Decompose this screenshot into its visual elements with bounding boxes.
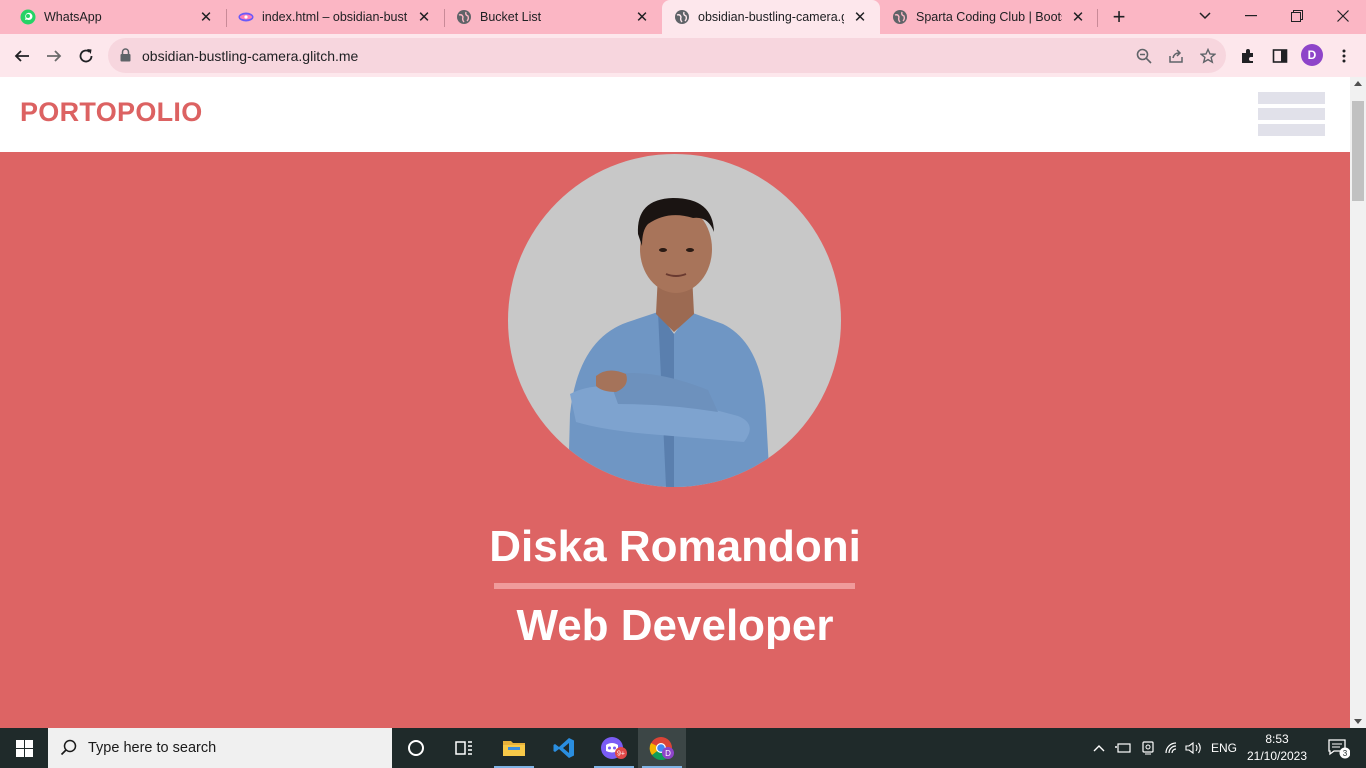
globe-icon (456, 9, 472, 25)
search-icon (60, 739, 78, 762)
side-panel-icon[interactable] (1269, 45, 1291, 67)
whatsapp-icon (20, 9, 36, 25)
clock-time: 8:53 (1265, 732, 1289, 746)
lock-icon[interactable] (120, 48, 131, 67)
zoom-icon[interactable] (1134, 46, 1154, 66)
notification-count: 3 (1343, 749, 1348, 758)
volume-icon[interactable] (1184, 728, 1204, 768)
share-icon[interactable] (1166, 46, 1186, 66)
tab-search-chevron-icon[interactable] (1194, 5, 1216, 27)
tab-sparta-coding[interactable]: Sparta Coding Club | Bootstrap ✕ (880, 0, 1098, 34)
discord-icon[interactable]: 9+ (590, 728, 638, 768)
file-explorer-icon[interactable] (490, 728, 538, 768)
language-indicator[interactable]: ENG (1206, 728, 1242, 768)
url-text: obsidian-bustling-camera.glitch.me (142, 48, 359, 64)
tab-title: index.html – obsidian-bustling (262, 10, 408, 24)
hero-section: Diska Romandoni Web Developer (0, 152, 1350, 728)
site-brand[interactable]: PORTOPOLIO (20, 97, 203, 128)
wifi-icon[interactable] (1162, 728, 1182, 768)
tab-separator (1097, 9, 1098, 27)
tab-title: WhatsApp (44, 10, 102, 24)
tab-title: obsidian-bustling-camera.glitch (698, 10, 844, 24)
glitch-icon (238, 9, 254, 25)
windows-start-icon[interactable] (0, 728, 48, 768)
site-navbar: PORTOPOLIO (0, 77, 1350, 152)
scroll-up-arrow-icon[interactable] (1354, 81, 1362, 86)
cortana-circle-icon[interactable] (392, 728, 440, 768)
browser-toolbar: obsidian-bustling-camera.glitch.me (0, 34, 1366, 77)
minimize-window-button[interactable] (1228, 0, 1274, 32)
tab-title: Sparta Coding Club | Bootstrap (916, 10, 1062, 24)
tab-title: Bucket List (480, 10, 542, 24)
back-arrow-icon[interactable] (8, 42, 36, 70)
profile-avatar[interactable]: D (1301, 44, 1323, 66)
close-tab-icon[interactable]: ✕ (414, 7, 434, 27)
bookmark-star-icon[interactable] (1198, 46, 1218, 66)
chrome-profile-badge: D (665, 749, 671, 758)
discord-badge: 9+ (617, 751, 625, 758)
hero-role: Web Developer (516, 601, 834, 650)
close-tab-icon[interactable]: ✕ (196, 7, 216, 27)
web-page: PORTOPOLIO Diska Romandoni Web Developer (0, 77, 1350, 728)
vscode-icon[interactable] (540, 728, 588, 768)
battery-icon[interactable] (1113, 728, 1133, 768)
tab-portfolio-active[interactable]: obsidian-bustling-camera.glitch ✕ (662, 0, 880, 34)
clock-date: 21/10/2023 (1246, 749, 1308, 763)
close-window-button[interactable] (1320, 0, 1366, 32)
hamburger-menu-icon[interactable] (1258, 92, 1325, 136)
tab-whatsapp[interactable]: WhatsApp ✕ (0, 0, 226, 34)
restore-window-button[interactable] (1274, 0, 1320, 32)
hero-name: Diska Romandoni (489, 522, 861, 571)
scroll-thumb[interactable] (1352, 101, 1364, 201)
close-tab-icon[interactable]: ✕ (632, 7, 652, 27)
extensions-puzzle-icon[interactable] (1237, 45, 1259, 67)
chrome-icon[interactable]: D (638, 728, 686, 768)
reload-icon[interactable] (72, 42, 100, 70)
tab-bucket-list[interactable]: Bucket List ✕ (436, 0, 662, 34)
forward-arrow-icon[interactable] (40, 42, 68, 70)
notification-center-icon[interactable]: 3 (1318, 728, 1358, 768)
tab-strip: WhatsApp ✕ index.html – obsidian-bustlin… (0, 0, 1366, 34)
scroll-down-arrow-icon[interactable] (1354, 719, 1362, 724)
globe-icon (892, 9, 908, 25)
taskbar-search-box[interactable]: Type here to search (48, 728, 392, 768)
new-tab-button[interactable]: + (1108, 6, 1130, 28)
close-tab-icon[interactable]: ✕ (850, 7, 870, 27)
more-menu-icon[interactable] (1333, 45, 1355, 67)
system-clock[interactable]: 8:53 21/10/2023 (1240, 731, 1314, 765)
globe-icon (674, 9, 690, 25)
profile-photo (508, 154, 841, 487)
show-hidden-icons-chevron-icon[interactable] (1090, 728, 1108, 768)
close-tab-icon[interactable]: ✕ (1068, 7, 1088, 27)
address-bar[interactable]: obsidian-bustling-camera.glitch.me (108, 38, 1226, 73)
task-view-icon[interactable] (440, 728, 488, 768)
hero-divider (494, 583, 855, 589)
taskbar-search-placeholder: Type here to search (88, 740, 217, 756)
meet-now-icon[interactable] (1138, 728, 1158, 768)
page-scrollbar[interactable] (1350, 77, 1366, 728)
tab-glitch-editor[interactable]: index.html – obsidian-bustling ✕ (218, 0, 444, 34)
windows-taskbar: Type here to search 9+ D ENG 8:53 21/10/… (0, 728, 1366, 768)
